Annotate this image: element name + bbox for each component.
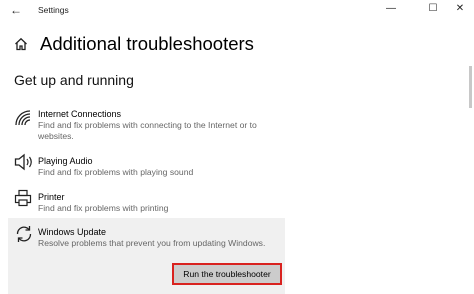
item-description: Find and fix problems with connecting to…	[38, 120, 257, 141]
item-description: Resolve problems that prevent you from u…	[38, 238, 266, 248]
item-description: Find and fix problems with printing	[38, 203, 169, 213]
title-bar: ← Settings — ☐ ✕	[0, 0, 474, 20]
run-troubleshooter-button[interactable]: Run the troubleshooter	[172, 263, 282, 285]
home-icon[interactable]	[14, 37, 28, 56]
troubleshooter-item-windows-update[interactable]: Windows Update Resolve problems that pre…	[0, 222, 300, 254]
troubleshooter-item-internet-connections[interactable]: Internet Connections Find and fix proble…	[0, 104, 300, 144]
maximize-button[interactable]: ☐	[425, 2, 441, 16]
window-title: Settings	[38, 5, 69, 15]
refresh-icon	[14, 224, 34, 249]
back-button[interactable]: ←	[10, 3, 22, 17]
item-name: Internet Connections	[38, 109, 122, 119]
printer-icon	[14, 189, 32, 212]
item-name: Playing Audio	[38, 156, 93, 166]
item-name: Printer	[38, 192, 65, 202]
page-title: Additional troubleshooters	[40, 33, 254, 54]
section-title: Get up and running	[14, 72, 134, 88]
close-button[interactable]: ✕	[452, 2, 468, 16]
troubleshooter-item-printer[interactable]: Printer Find and fix problems with print…	[0, 187, 300, 215]
troubleshooter-item-playing-audio[interactable]: Playing Audio Find and fix problems with…	[0, 151, 300, 179]
speaker-icon	[14, 153, 34, 176]
item-name: Windows Update	[38, 227, 107, 237]
minimize-button[interactable]: —	[383, 2, 399, 16]
scrollbar-thumb[interactable]	[469, 66, 472, 108]
wifi-icon	[14, 109, 32, 132]
item-description: Find and fix problems with playing sound	[38, 167, 194, 177]
